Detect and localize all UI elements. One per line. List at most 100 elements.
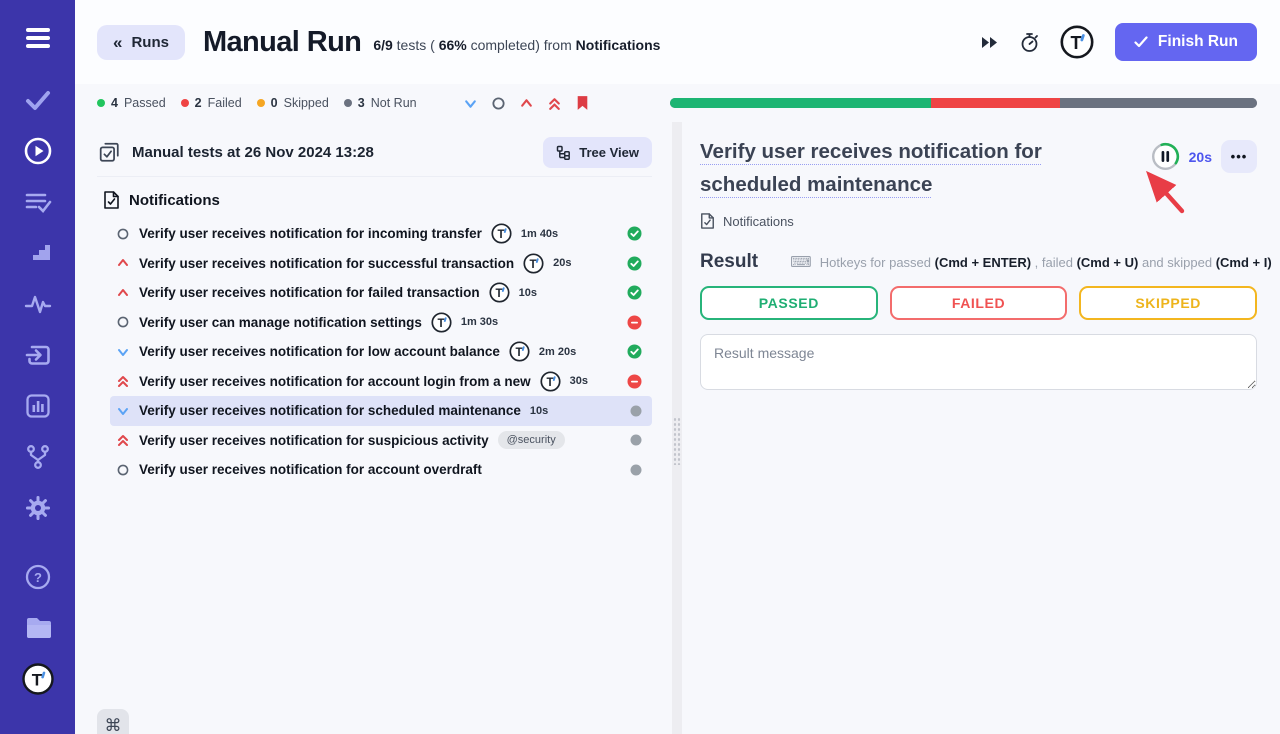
test-row[interactable]: Verify user receives notification for in… [110, 219, 652, 249]
priority-normal-icon [116, 463, 130, 477]
back-to-runs-button[interactable]: « Runs [97, 25, 185, 60]
finish-run-label: Finish Run [1158, 33, 1238, 51]
import-icon[interactable] [22, 339, 54, 371]
run-progress-summary: 6/9 tests ( 66% completed) from Notifica… [373, 37, 660, 53]
stat-failed[interactable]: 2Failed [181, 96, 242, 110]
hotkeys-hint: ⌨Hotkeys for passed (Cmd + ENTER) , fail… [790, 253, 1272, 271]
testomat-logo-icon: T [523, 253, 544, 274]
testomat-logo-icon: T [540, 371, 561, 392]
chevron-down-icon[interactable] [463, 96, 478, 111]
status-passed-icon [627, 344, 642, 359]
tree-view-button[interactable]: Tree View [543, 137, 652, 168]
folder-label: Notifications [129, 192, 220, 209]
breadcrumb-label: Notifications [723, 214, 794, 229]
branch-icon[interactable] [22, 441, 54, 473]
status-dot-icon [97, 99, 105, 107]
finish-run-button[interactable]: Finish Run [1115, 23, 1257, 61]
steps-icon[interactable] [22, 237, 54, 269]
test-duration: 1m 40s [521, 228, 558, 240]
folder-icon[interactable] [22, 612, 54, 644]
test-duration: 10s [519, 287, 537, 299]
command-key-button[interactable]: ⌘ [97, 709, 129, 734]
test-row[interactable]: Verify user receives notification for lo… [110, 337, 652, 367]
status-notrun-icon [630, 405, 642, 417]
svg-text:T: T [546, 377, 553, 389]
app-logo-icon[interactable]: T [1060, 25, 1094, 59]
testomat-logo-icon: T [489, 282, 510, 303]
svg-text:T: T [495, 288, 502, 300]
check-icon[interactable] [22, 84, 54, 116]
grip-dots-icon [673, 417, 681, 465]
hotkey-segment: and skipped [1142, 255, 1216, 270]
status-dot-icon [344, 99, 352, 107]
test-row[interactable]: Verify user receives notification for fa… [110, 278, 652, 308]
play-circle-icon[interactable] [22, 135, 54, 167]
page-title: Manual Run [203, 26, 361, 59]
test-title: Verify user receives notification for sc… [139, 403, 521, 418]
status-badge [627, 374, 642, 389]
more-options-button[interactable]: ••• [1221, 140, 1257, 173]
status-dot-icon [181, 99, 189, 107]
logo-icon[interactable]: T [22, 663, 54, 695]
progress-segment [670, 98, 931, 108]
test-title: Verify user receives notification for ac… [139, 374, 531, 389]
pause-timer-button[interactable] [1151, 142, 1180, 171]
test-row[interactable]: Verify user receives notification for ac… [110, 367, 652, 397]
failed-button[interactable]: FAILED [890, 286, 1068, 320]
status-notrun-icon [630, 434, 642, 446]
panel-resize-handle[interactable] [672, 122, 682, 734]
copy-check-icon [97, 140, 121, 164]
stat-not-run[interactable]: 3Not Run [344, 96, 417, 110]
breadcrumb[interactable]: Notifications [700, 212, 1257, 230]
testomat-logo-icon: T [523, 253, 544, 274]
gear-icon[interactable] [22, 492, 54, 524]
pulse-icon[interactable] [22, 288, 54, 320]
svg-text:T: T [530, 259, 537, 271]
hotkey-segment: Hotkeys for passed [820, 255, 935, 270]
list-check-icon[interactable] [22, 186, 54, 218]
priority-low-icon [116, 345, 130, 359]
priority-important-icon [116, 433, 130, 447]
test-row[interactable]: Verify user receives notification for ac… [110, 455, 652, 485]
svg-text:T: T [31, 671, 42, 690]
menu-icon[interactable] [22, 22, 54, 54]
status-badge [630, 434, 642, 446]
status-badge [627, 285, 642, 300]
stat-passed[interactable]: 4Passed [97, 96, 166, 110]
test-row[interactable]: Verify user receives notification for su… [110, 249, 652, 279]
folder-notifications[interactable]: Notifications [97, 177, 652, 219]
testomat-logo-icon: T [540, 371, 561, 392]
testomat-logo-icon: T [491, 223, 512, 244]
status-failed-icon [627, 315, 642, 330]
test-title: Verify user receives notification for ac… [139, 462, 482, 477]
result-message-input[interactable] [700, 334, 1257, 390]
hotkey-segment: (Cmd + I) [1216, 255, 1272, 270]
test-title: Verify user can manage notification sett… [139, 315, 422, 330]
test-row[interactable]: Verify user can manage notification sett… [110, 308, 652, 338]
test-tag: @security [498, 431, 565, 449]
progress-segment [1060, 98, 1257, 108]
priority-high-icon [116, 256, 130, 270]
priority-normal-icon [116, 463, 130, 477]
status-passed-icon [627, 285, 642, 300]
help-icon[interactable]: ? [22, 561, 54, 593]
priority-low-icon [116, 404, 130, 418]
test-row[interactable]: Verify user receives notification for su… [110, 426, 652, 456]
test-detail-panel: Verify user receives notification for sc… [682, 122, 1280, 734]
fast-forward-icon[interactable] [981, 36, 999, 49]
circle-icon[interactable] [491, 96, 506, 111]
chevron-up-icon[interactable] [519, 96, 534, 111]
run-header: « Runs Manual Run 6/9 tests ( 66% comple… [75, 0, 1280, 84]
bookmark-icon[interactable] [575, 95, 590, 111]
skipped-button[interactable]: SKIPPED [1079, 286, 1257, 320]
test-title: Verify user receives notification for su… [139, 256, 514, 271]
status-passed-icon [627, 256, 642, 271]
bar-chart-icon[interactable] [22, 390, 54, 422]
double-chevron-up-icon[interactable] [547, 96, 562, 111]
svg-text:T: T [497, 229, 504, 241]
passed-button[interactable]: PASSED [700, 286, 878, 320]
test-row[interactable]: Verify user receives notification for sc… [110, 396, 652, 426]
stopwatch-icon[interactable] [1020, 32, 1039, 53]
stat-skipped[interactable]: 0Skipped [257, 96, 329, 110]
status-badge [630, 405, 642, 417]
